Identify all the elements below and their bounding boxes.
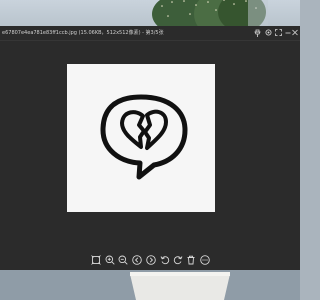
rotate-left-icon <box>160 256 170 265</box>
delete-button[interactable] <box>186 255 196 265</box>
rotate-left-button[interactable] <box>160 255 170 265</box>
rotate-right-button[interactable] <box>173 255 183 265</box>
zoom-in-icon <box>105 255 115 265</box>
broken-heart-speech-bubble-icon <box>100 94 188 180</box>
pin-icon <box>254 29 261 37</box>
next-button[interactable] <box>146 255 156 265</box>
pin-button[interactable] <box>253 28 262 38</box>
close-icon <box>291 29 298 36</box>
chevron-right-icon <box>146 255 156 265</box>
bottom-toolbar <box>0 254 300 268</box>
fit-window-button[interactable] <box>91 255 101 265</box>
more-icon <box>200 255 210 265</box>
more-button[interactable] <box>200 255 210 265</box>
settings-button[interactable] <box>264 28 273 38</box>
displayed-image <box>67 64 215 212</box>
rotate-right-icon <box>173 256 183 265</box>
plant-pot-decoration <box>130 272 230 300</box>
gear-icon <box>265 29 272 36</box>
fullscreen-icon <box>275 29 282 36</box>
cactus-decoration <box>152 0 268 26</box>
fullscreen-button[interactable] <box>274 28 283 38</box>
previous-button[interactable] <box>132 255 142 265</box>
image-viewer-window: e67807e4ea781e83ff1ccb.jpg (15.06KB，512x… <box>0 26 300 271</box>
desktop-wallpaper-top <box>0 0 300 26</box>
fit-icon <box>91 255 101 265</box>
zoom-in-button[interactable] <box>105 255 115 265</box>
close-button[interactable] <box>290 28 299 38</box>
zoom-out-icon <box>118 255 128 265</box>
image-canvas[interactable] <box>0 41 300 236</box>
trash-icon <box>187 255 195 265</box>
window-title: e67807e4ea781e83ff1ccb.jpg (15.06KB，512x… <box>2 30 164 36</box>
chevron-left-icon <box>132 255 142 265</box>
zoom-out-button[interactable] <box>118 255 128 265</box>
title-bar[interactable]: e67807e4ea781e83ff1ccb.jpg (15.06KB，512x… <box>0 26 300 41</box>
